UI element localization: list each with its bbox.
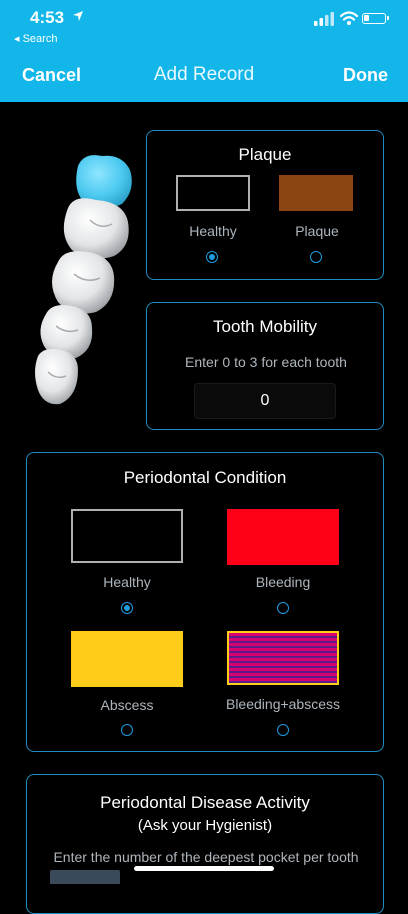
plaque-title: Plaque bbox=[238, 145, 292, 164]
plaque-healthy-label: Healthy bbox=[189, 223, 237, 239]
periodontal-bleeding-label: Bleeding bbox=[255, 574, 311, 590]
teeth-illustration[interactable] bbox=[30, 150, 140, 412]
cellular-signal-icon bbox=[314, 12, 334, 26]
wifi-icon bbox=[340, 11, 358, 25]
plaque-healthy-radio[interactable] bbox=[206, 251, 218, 263]
navigation-bar: Cancel Add Record Done bbox=[0, 48, 408, 102]
periodontal-bleeding-radio[interactable] bbox=[277, 602, 289, 614]
periodontal-abscess-label: Abscess bbox=[100, 697, 154, 713]
plaque-plaque-swatch[interactable] bbox=[279, 175, 353, 211]
status-time: 4:53 bbox=[30, 8, 65, 27]
periodontal-disease-activity-card: Periodontal Disease Activity (Ask your H… bbox=[26, 774, 384, 914]
plaque-card: Plaque Healthy Plaque bbox=[146, 130, 384, 280]
periodontal-disease-activity-hint: Enter the number of the deepest pocket p… bbox=[53, 849, 359, 865]
tooth-pocket-thumbnail bbox=[50, 870, 120, 884]
periodontal-bleeding-swatch[interactable] bbox=[227, 509, 339, 565]
periodontal-bleeding-abscess-radio[interactable] bbox=[277, 724, 289, 736]
back-to-search-link[interactable]: ◂ Search bbox=[14, 32, 57, 45]
plaque-plaque-label: Plaque bbox=[295, 223, 339, 239]
periodontal-condition-title: Periodontal Condition bbox=[123, 468, 287, 487]
status-bar: 4:53 ◂ Search bbox=[0, 0, 408, 48]
tooth-mobility-hint: Enter 0 to 3 for each tooth bbox=[185, 354, 347, 370]
periodontal-bleeding-abscess-label: Bleeding+abscess bbox=[225, 696, 341, 712]
home-indicator[interactable] bbox=[134, 866, 274, 871]
periodontal-healthy-label: Healthy bbox=[103, 574, 151, 590]
tooth-mobility-input[interactable]: 0 bbox=[194, 383, 336, 419]
periodontal-bleeding-abscess-swatch[interactable] bbox=[227, 631, 339, 685]
location-arrow-icon bbox=[73, 11, 83, 21]
done-button[interactable]: Done bbox=[343, 65, 388, 86]
plaque-plaque-radio[interactable] bbox=[310, 251, 322, 263]
tooth-mobility-title: Tooth Mobility bbox=[213, 317, 317, 336]
periodontal-condition-card: Periodontal Condition Healthy Bleeding A… bbox=[26, 452, 384, 752]
periodontal-abscess-swatch[interactable] bbox=[71, 631, 183, 687]
periodontal-abscess-radio[interactable] bbox=[121, 724, 133, 736]
plaque-healthy-swatch[interactable] bbox=[176, 175, 250, 211]
battery-icon bbox=[362, 13, 389, 24]
periodontal-disease-activity-title: Periodontal Disease Activity bbox=[100, 793, 310, 812]
periodontal-healthy-radio[interactable] bbox=[121, 602, 133, 614]
tooth-mobility-card: Tooth Mobility Enter 0 to 3 for each too… bbox=[146, 302, 384, 430]
periodontal-healthy-swatch[interactable] bbox=[71, 509, 183, 563]
periodontal-disease-activity-subtitle: (Ask your Hygienist) bbox=[137, 817, 273, 834]
